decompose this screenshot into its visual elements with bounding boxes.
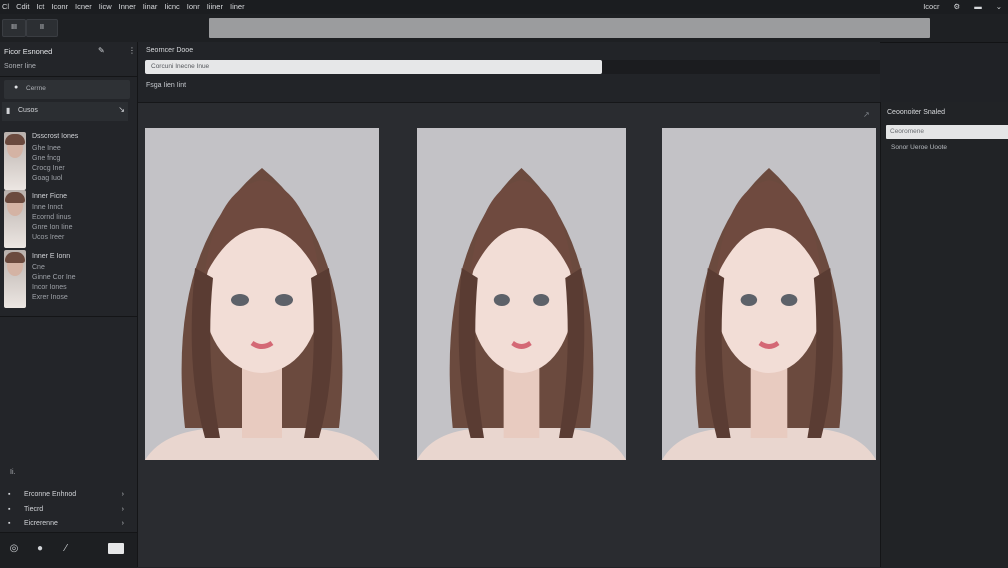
footer-row-label: Eicrerenne <box>24 520 58 527</box>
thread-line: Goag Iuol <box>32 175 63 182</box>
generated-image-1[interactable] <box>145 128 379 460</box>
menu-item-1[interactable]: Cdit <box>16 2 29 11</box>
settings-icon: ▪ <box>8 506 11 513</box>
search-icon: ● <box>14 84 19 91</box>
menu-item-10[interactable]: Iiiner <box>207 2 223 11</box>
toolbar: III II <box>0 14 1008 43</box>
sidebar-divider <box>0 316 137 317</box>
menubar-right-label[interactable]: Icocr <box>923 2 939 11</box>
toolbar-button-2[interactable]: II <box>26 19 58 37</box>
sidebar-title: Ficor Esnoned <box>4 47 53 56</box>
menu-item-2[interactable]: Ict <box>36 2 44 11</box>
menu-item-7[interactable]: Iinar <box>143 2 158 11</box>
footer-row[interactable]: ▪ Eicrerenne › <box>4 518 132 532</box>
chevron-right-icon: › <box>121 506 124 513</box>
panel-icon[interactable] <box>108 543 124 554</box>
menu-item-5[interactable]: Iicw <box>99 2 112 11</box>
sidebar-subtitle: Soner Iine <box>4 63 36 70</box>
thread-line: Incor Iones <box>32 284 67 291</box>
portrait-illustration <box>662 128 876 460</box>
right-panel-input[interactable]: Ceoromene <box>886 125 1008 139</box>
generated-image-2[interactable] <box>417 128 626 460</box>
thread-line: Ghe Inee <box>32 145 61 152</box>
right-panel: Ceoonoiter Snaled Ceoromene Sonor Ueroe … <box>880 102 1008 567</box>
thread-item[interactable]: Dsscrost Iones Ghe Inee Gne fncg Crocg I… <box>4 132 132 190</box>
expand-icon[interactable]: ↗ <box>863 110 870 119</box>
toolbar-button-1[interactable]: III <box>2 19 26 37</box>
user-icon: ▪ <box>8 491 11 498</box>
more-icon[interactable]: ⋮ <box>128 46 136 55</box>
menu-item-3[interactable]: Iconr <box>51 2 68 11</box>
chevron-down-icon[interactable]: ⌄ <box>996 2 1002 11</box>
main-header: Seorncer Dooe Corcuni Inecne Inue Fsga I… <box>138 42 880 103</box>
menu-item-0[interactable]: Cl <box>2 2 9 11</box>
thread-line: Ecornd Iinus <box>32 214 71 221</box>
thread-item[interactable]: Inner E Ionn Cne Ginne Cor Ine Incor Ion… <box>4 250 132 308</box>
thread-line: Gne fncg <box>32 155 61 162</box>
menu-item-8[interactable]: Iicnc <box>164 2 179 11</box>
sidebar: Ficor Esnoned ✎ ⋮ Soner Iine ● Cerrne ▮ … <box>0 42 138 568</box>
thread-line: Exrer Inose <box>32 294 68 301</box>
sidebar-footer: ◎ ● ⁄ <box>0 532 137 568</box>
main-area: Seorncer Dooe Corcuni Inecne Inue Fsga I… <box>138 42 880 567</box>
generated-image-3[interactable] <box>662 128 876 460</box>
footer-row-label: Erconne Enhnod <box>24 491 77 498</box>
pin-icon[interactable]: ✎ <box>98 46 105 55</box>
menu-item-9[interactable]: Ionr <box>187 2 200 11</box>
prompt-input[interactable]: Corcuni Inecne Inue <box>145 60 602 74</box>
edit-icon[interactable]: ↘ <box>118 105 125 114</box>
thread-thumbnail <box>4 132 26 190</box>
thread-line: Inne Innct <box>32 204 63 211</box>
gear-icon[interactable]: ⚙ <box>953 2 960 11</box>
chevron-right-icon: › <box>121 491 124 498</box>
menu-list: Cl Cdit Ict Iconr Icner Iicw Inner Iinar… <box>2 2 245 11</box>
brush-icon[interactable]: ⁄ <box>60 543 72 555</box>
section-header[interactable]: ▮ Cusos ↘ <box>2 102 128 121</box>
avatar-icon[interactable]: ● <box>34 543 46 555</box>
footer-row[interactable]: ▪ Erconne Enhnod › <box>4 489 132 503</box>
prompt-track <box>602 60 880 74</box>
right-panel-caption: Sonor Ueroe Uoote <box>891 144 948 151</box>
thread-title: Dsscrost Iones <box>32 133 79 140</box>
sidebar-search-placeholder: Cerrne <box>26 85 46 92</box>
thread-thumbnail <box>4 190 26 248</box>
chevron-right-icon: › <box>121 520 124 527</box>
folder-icon: ▮ <box>6 106 11 115</box>
minimize-icon[interactable]: ▬ <box>974 2 982 11</box>
thread-line: Gnre Ion Iine <box>32 224 73 231</box>
section-label: Cusos <box>18 107 38 114</box>
sidebar-divider <box>0 76 137 77</box>
sidebar-search-input[interactable]: ● Cerrne <box>4 80 130 99</box>
thread-title: Inner E Ionn <box>32 253 71 260</box>
thread-item[interactable]: Inner Ficne Inne Innct Ecornd Iinus Gnre… <box>4 190 132 248</box>
sidebar-small-label: Ii. <box>10 469 16 476</box>
thread-line: Ginne Cor Ine <box>32 274 76 281</box>
menu-item-6[interactable]: Inner <box>119 2 136 11</box>
circle-icon[interactable]: ◎ <box>8 543 20 555</box>
portrait-illustration <box>417 128 626 460</box>
menu-bar: Cl Cdit Ict Iconr Icner Iicw Inner Iinar… <box>0 0 1008 14</box>
thread-thumbnail <box>4 250 26 308</box>
address-bar[interactable] <box>209 18 930 38</box>
thread-line: Crocg Iner <box>32 165 65 172</box>
menu-item-4[interactable]: Icner <box>75 2 92 11</box>
menu-item-11[interactable]: Iiner <box>230 2 245 11</box>
help-icon: ▪ <box>8 520 11 527</box>
footer-row[interactable]: ▪ Tiecrd › <box>4 504 132 518</box>
thread-title: Inner Ficne <box>32 193 68 200</box>
right-panel-title: Ceoonoiter Snaled <box>887 109 945 116</box>
thread-line: Cne <box>32 264 45 271</box>
footer-row-label: Tiecrd <box>24 506 44 513</box>
main-title: Seorncer Dooe <box>146 47 194 54</box>
main-subtitle: Fsga Iien Iint <box>146 82 187 89</box>
portrait-illustration <box>145 128 379 460</box>
thread-line: Ucos Ireer <box>32 234 65 241</box>
